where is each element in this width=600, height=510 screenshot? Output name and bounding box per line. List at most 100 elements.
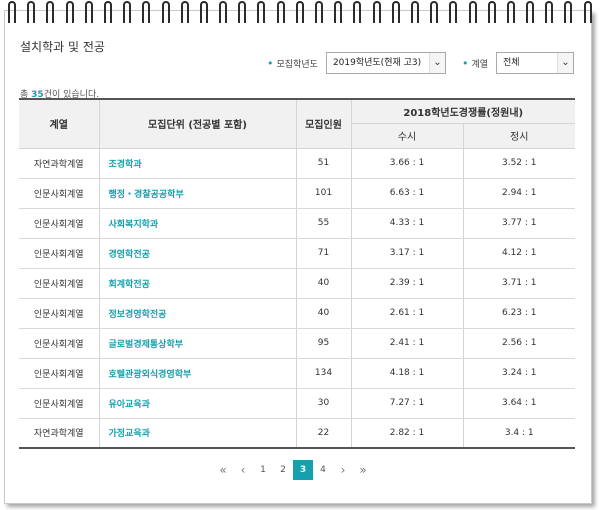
spiral-ring [410,1,419,23]
quota-cell: 134 [295,358,351,389]
page-3-button[interactable]: 3 [293,460,313,480]
rate-regular-cell: 3.64 : 1 [462,388,575,419]
filter-bar: • 모집학년도 2019학년도(현재 고3) ⌄ • 계열 전체 ⌄ [267,52,574,74]
spiral-binding [0,0,600,26]
rate-early-cell: 7.27 : 1 [350,388,463,419]
year-select-value: 2019학년도(현재 고3) [332,58,422,68]
spiral-ring [315,1,323,23]
affiliation-cell: 인문사회계열 [19,238,99,269]
quota-cell: 55 [295,208,351,239]
rate-regular-cell: 6.23 : 1 [462,298,575,329]
unit-link[interactable]: 정보경영학전공 [98,298,296,329]
spiral-ring [199,1,208,23]
table-row: 인문사회계열 사회복지학과 55 4.33 : 1 3.77 : 1 [19,208,575,239]
unit-link[interactable]: 유아교육과 [98,388,296,419]
bullet-icon: • [461,56,469,70]
col-rate-early: 수시 [350,123,463,149]
rate-regular-cell: 3.71 : 1 [462,268,575,299]
spiral-ring [161,1,170,23]
quota-cell: 95 [295,328,351,359]
page-title: 설치학과 및 전공 [20,40,105,54]
affiliation-cell: 인문사회계열 [19,208,99,239]
quota-cell: 51 [295,148,351,179]
unit-link[interactable]: 글로벌경제통상학부 [98,328,296,359]
table-row: 인문사회계열 정보경영학전공 40 2.61 : 1 6.23 : 1 [19,298,575,329]
division-select[interactable]: 전체 ⌄ [496,52,574,74]
table-row: 자연과학계열 조경학과 51 3.66 : 1 3.52 : 1 [19,148,575,179]
first-page-button[interactable]: « [213,460,233,480]
next-page-button[interactable]: › [333,460,353,480]
table-row: 인문사회계열 유아교육과 30 7.27 : 1 3.64 : 1 [19,388,575,419]
table-row: 인문사회계열 경영학전공 71 3.17 : 1 4.12 : 1 [19,238,575,269]
rate-early-cell: 2.82 : 1 [350,418,463,449]
rate-regular-cell: 2.56 : 1 [462,328,575,359]
affiliation-cell: 인문사회계열 [19,328,99,359]
spiral-ring [84,1,93,23]
unit-link[interactable]: 경영학전공 [98,238,296,269]
unit-link[interactable]: 호텔관광외식경영학부 [98,358,296,389]
quota-cell: 30 [295,388,351,419]
spiral-ring [257,1,266,23]
last-page-button[interactable]: » [353,460,373,480]
rate-early-cell: 4.33 : 1 [350,208,463,239]
rate-regular-cell: 4.12 : 1 [462,238,575,269]
spiral-ring [103,1,112,23]
col-affiliation: 계열 [19,98,99,149]
unit-link[interactable]: 회계학전공 [98,268,296,299]
rate-regular-cell: 3.24 : 1 [462,358,575,389]
spiral-ring [506,1,515,23]
rate-early-cell: 2.39 : 1 [350,268,463,299]
spiral-ring [8,1,16,23]
spiral-ring [526,1,535,23]
quota-cell: 22 [295,418,351,449]
unit-link[interactable]: 사회복지학과 [98,208,296,239]
affiliation-cell: 인문사회계열 [19,178,99,209]
unit-link[interactable]: 행정・경찰공공학부 [98,178,296,209]
spiral-ring [142,1,151,23]
rate-early-cell: 6.63 : 1 [350,178,463,209]
rate-regular-cell: 3.52 : 1 [462,148,575,179]
chevron-down-icon: ⌄ [557,53,573,73]
spiral-ring [295,1,304,23]
rate-early-cell: 3.66 : 1 [350,148,463,179]
quota-cell: 71 [295,238,351,269]
year-label: 모집학년도 [276,59,318,70]
affiliation-cell: 인문사회계열 [19,298,99,329]
spiral-ring [353,1,362,23]
table-row: 자연과학계열 가정교육과 22 2.82 : 1 3.4 : 1 [19,418,575,449]
spiral-ring [238,1,247,23]
spiral-ring [46,1,55,23]
col-quota: 모집인원 [295,98,351,149]
rate-early-cell: 2.61 : 1 [350,298,463,329]
spiral-ring [372,1,381,23]
spiral-ring [65,1,74,23]
pagination: « ‹ 1 2 3 4 › » [213,460,373,480]
prev-page-button[interactable]: ‹ [233,460,253,480]
page-1-button[interactable]: 1 [253,460,273,480]
year-select[interactable]: 2019학년도(현재 고3) ⌄ [325,52,446,74]
unit-link[interactable]: 가정교육과 [98,418,296,449]
spiral-ring [487,1,496,23]
division-label: 계열 [471,59,488,70]
spiral-ring [391,1,400,23]
affiliation-cell: 인문사회계열 [19,358,99,389]
rate-regular-cell: 3.77 : 1 [462,208,575,239]
affiliation-cell: 인문사회계열 [19,388,99,419]
rate-regular-cell: 2.94 : 1 [462,178,575,209]
spiral-ring [449,1,458,23]
quota-cell: 40 [295,298,351,329]
table-row: 인문사회계열 회계학전공 40 2.39 : 1 3.71 : 1 [19,268,575,299]
col-unit: 모집단위 (전공별 포함) [98,98,296,149]
page-2-button[interactable]: 2 [273,460,293,480]
spiral-ring [123,1,132,23]
col-rate-regular: 정시 [462,123,575,149]
spiral-ring [468,1,477,23]
spiral-ring [27,1,36,23]
page-4-button[interactable]: 4 [313,460,333,480]
affiliation-cell: 자연과학계열 [19,418,99,449]
spiral-ring [180,1,189,23]
bullet-icon: • [267,56,274,70]
unit-link[interactable]: 조경학과 [98,148,296,179]
col-rate-group: 2018학년도경쟁률(정원내) [350,98,575,124]
table-row: 인문사회계열 행정・경찰공공학부 101 6.63 : 1 2.94 : 1 [19,178,575,209]
